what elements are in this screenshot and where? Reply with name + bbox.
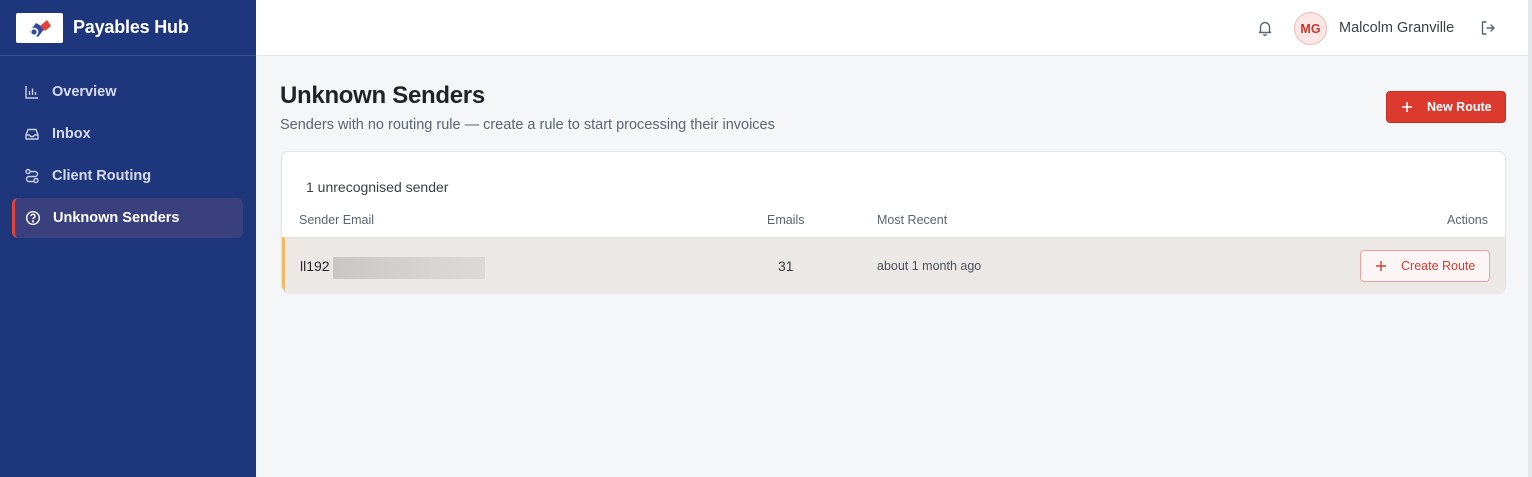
most-recent-cell: about 1 month ago bbox=[877, 259, 982, 273]
column-header-emails[interactable]: Emails bbox=[767, 213, 805, 227]
sidebar-item-label: Overview bbox=[52, 84, 117, 100]
logo-icon bbox=[28, 19, 51, 37]
sidebar-nav: Overview Inbox Client Routing Unknown Se… bbox=[0, 56, 256, 238]
top-header: MG Malcolm Granville bbox=[256, 0, 1532, 56]
sidebar-item-label: Inbox bbox=[52, 126, 91, 142]
page-scrollbar[interactable] bbox=[1528, 0, 1532, 477]
app-title: Payables Hub bbox=[73, 17, 189, 37]
emails-count-cell: 31 bbox=[778, 258, 794, 274]
sidebar-item-inbox[interactable]: Inbox bbox=[12, 114, 243, 154]
sidebar-item-client-routing[interactable]: Client Routing bbox=[12, 156, 243, 196]
help-circle-icon bbox=[25, 210, 41, 226]
routing-icon bbox=[24, 168, 40, 184]
sidebar-item-label: Client Routing bbox=[52, 168, 152, 184]
sidebar-item-unknown-senders[interactable]: Unknown Senders bbox=[12, 198, 243, 238]
sidebar: Payables Hub Overview Inbox Client Routi… bbox=[0, 0, 256, 477]
redacted-email-block bbox=[333, 257, 485, 279]
create-route-label: Create Route bbox=[1401, 259, 1476, 273]
create-route-button[interactable]: Create Route bbox=[1360, 250, 1490, 282]
plus-icon bbox=[1375, 260, 1387, 272]
inbox-icon bbox=[24, 126, 40, 142]
page-title: Unknown Senders bbox=[280, 82, 485, 109]
sender-count: 1 unrecognised sender bbox=[306, 179, 449, 195]
new-route-label: New Route bbox=[1427, 100, 1492, 114]
brand[interactable]: Payables Hub bbox=[0, 0, 256, 56]
sidebar-item-overview[interactable]: Overview bbox=[12, 72, 243, 112]
bar-chart-icon bbox=[24, 84, 40, 100]
table-row[interactable]: ll192 31 about 1 month ago Create Route bbox=[282, 237, 1505, 292]
column-header-actions: Actions bbox=[1447, 213, 1488, 227]
plus-icon bbox=[1401, 101, 1413, 113]
user-avatar[interactable]: MG bbox=[1294, 12, 1327, 45]
logout-icon[interactable] bbox=[1479, 19, 1497, 37]
column-header-most-recent[interactable]: Most Recent bbox=[877, 213, 947, 227]
unknown-senders-card: 1 unrecognised sender Sender Email Email… bbox=[281, 151, 1506, 293]
new-route-button[interactable]: New Route bbox=[1386, 91, 1506, 123]
app-logo bbox=[16, 12, 63, 43]
column-header-sender-email[interactable]: Sender Email bbox=[299, 213, 374, 227]
sidebar-item-label: Unknown Senders bbox=[53, 210, 180, 226]
sender-email-cell: ll192 bbox=[300, 258, 330, 274]
bell-icon[interactable] bbox=[1256, 19, 1274, 37]
user-name: Malcolm Granville bbox=[1339, 20, 1455, 36]
page-subtitle: Senders with no routing rule — create a … bbox=[280, 117, 775, 133]
